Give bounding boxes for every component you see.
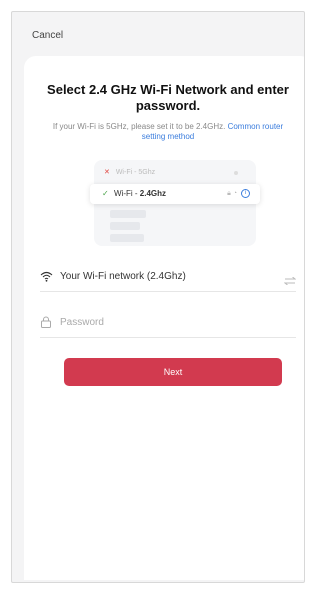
instruction-body: If your Wi-Fi is 5GHz, please set it to … [52,122,226,131]
wifi-setup-sheet: Select 2.4 GHz Wi-Fi Network and enter p… [24,56,304,580]
divider [40,337,296,338]
wifi-24ghz-row: ✓ Wi-Fi - 2.4Ghz 🔒︎ ◔ i [90,184,260,204]
placeholder-bar [110,210,146,218]
switch-network-icon[interactable] [283,272,297,290]
wifi-5ghz-prefix: Wi-Fi - [115,169,139,176]
placeholder-dot [234,171,238,175]
wifi-band-illustration: ✕ Wi-Fi - 5Ghz ✓ Wi-Fi - 2.4Ghz 🔒︎ ◔ i [90,160,260,246]
lock-icon: 🔒︎ [227,190,231,197]
wifi-signal-icon: ◔ [232,190,238,197]
placeholder-bar [110,222,140,230]
cancel-button[interactable]: Cancel [32,30,63,41]
next-button[interactable]: Next [64,358,282,386]
check-icon: ✓ [102,189,109,198]
wifi-network-field[interactable]: Your Wi-Fi network (2.4Ghz) [40,266,297,292]
wifi-row-icons: 🔒︎ ◔ i [227,184,250,204]
wifi-network-label: Your Wi-Fi network (2.4Ghz) [60,271,186,282]
divider [40,291,296,292]
wifi-5ghz-row: ✕ Wi-Fi - 5Ghz [104,166,246,180]
placeholder-bar [110,234,144,242]
wifi-24ghz-prefix: Wi-Fi - [114,189,140,198]
wifi-icon [40,269,53,287]
password-placeholder: Password [60,317,104,328]
page-title: Select 2.4 GHz Wi-Fi Network and enter p… [47,82,289,113]
password-field[interactable]: Password [40,312,296,338]
info-icon: i [241,188,250,198]
instruction-text: If your Wi-Fi is 5GHz, please set it to … [42,122,294,142]
wifi-5ghz-label: 5Ghz [138,169,156,176]
cross-icon: ✕ [104,169,110,176]
app-frame: Cancel Select 2.4 GHz Wi-Fi Network and … [11,11,305,583]
wifi-24ghz-label: 2.4Ghz [139,189,166,198]
lock-icon [40,315,52,333]
wifi-24ghz-name: Wi-Fi - 2.4Ghz [114,184,166,204]
